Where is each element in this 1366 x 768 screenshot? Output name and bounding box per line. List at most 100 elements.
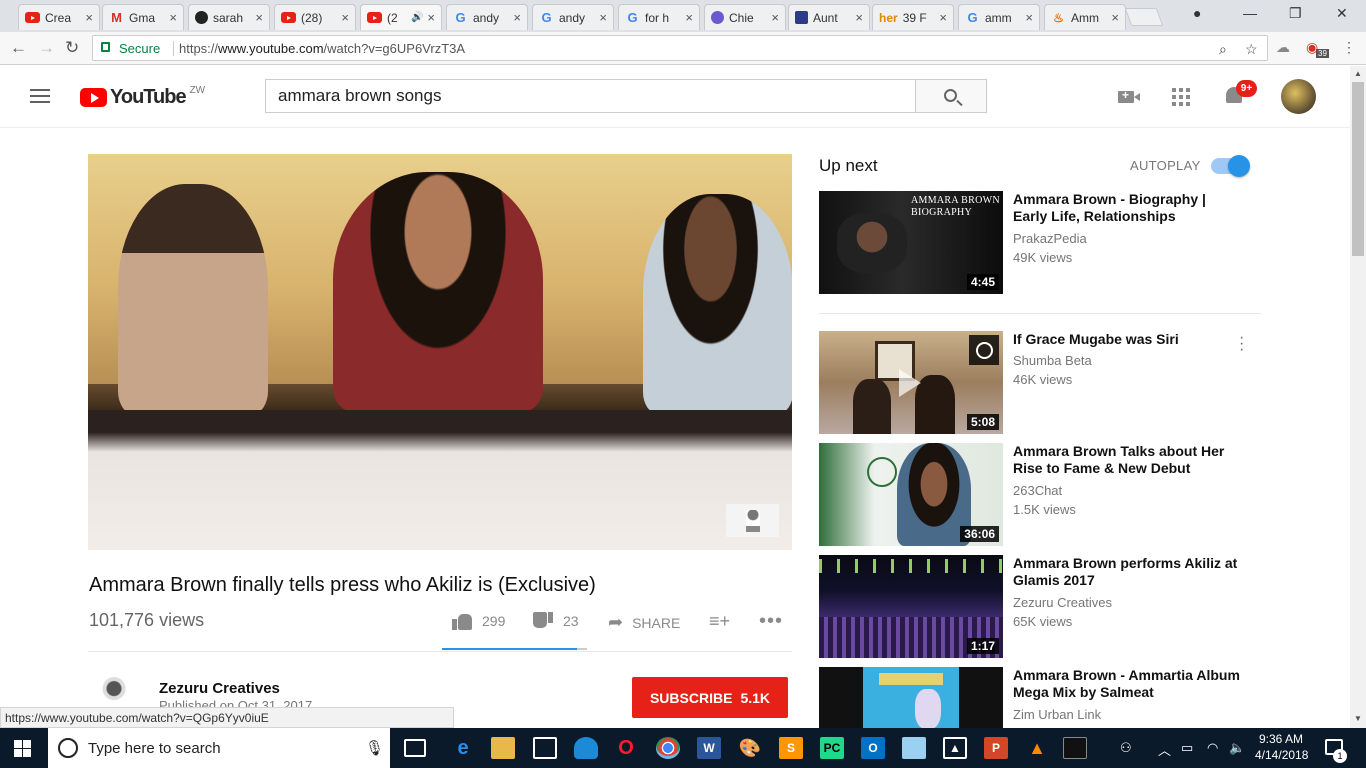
user-avatar[interactable] [1281,79,1316,114]
bookmark-star-icon[interactable]: ☆ [1245,41,1258,58]
video-thumbnail[interactable] [819,667,1003,728]
chrome-icon[interactable] [656,737,680,759]
close-tab-icon[interactable]: × [939,10,947,25]
channel-name[interactable]: Zezuru Creatives [159,680,280,697]
recommended-video[interactable]: 1:17 Ammara Brown performs Akiliz at Gla… [819,555,1259,658]
close-tab-icon[interactable]: × [599,10,607,25]
video-thumbnail[interactable]: 36:06 [819,443,1003,546]
watch-later-clock-icon[interactable] [969,335,999,365]
dislike-button[interactable]: 23 [533,612,579,630]
close-tab-icon[interactable]: × [169,10,177,25]
browser-tab[interactable]: sarah × [188,4,270,30]
chrome-menu-icon[interactable]: ⋮ [1342,39,1356,56]
upload-video-icon[interactable] [1118,88,1140,103]
recommended-video-title[interactable]: Ammara Brown performs Akiliz at Glamis 2… [1013,555,1243,589]
profile-icon[interactable]: ● [1193,5,1201,21]
browser-tab[interactable]: Crea × [18,4,100,30]
edge-browser-icon[interactable]: e [451,737,475,759]
browser-tab[interactable]: (28) × [274,4,356,30]
browser-tab-active[interactable]: (2 🔊 × [360,4,442,30]
address-bar[interactable]: Secure https://www.youtube.com/watch?v=g… [92,35,1268,61]
browser-tab[interactable]: G amm × [958,4,1040,30]
close-tab-icon[interactable]: × [513,10,521,25]
extension-icon[interactable]: ☁ [1276,39,1290,56]
minimize-icon[interactable]: — [1243,5,1257,21]
scroll-up-arrow-icon[interactable]: ▲ [1354,69,1362,78]
browser-tab[interactable]: Aunt × [788,4,870,30]
close-tab-icon[interactable]: × [1111,10,1119,25]
browser-tab[interactable]: her 39 F × [872,4,954,30]
search-input[interactable] [266,80,916,112]
app-shark-icon[interactable] [574,737,598,759]
taskbar-search[interactable]: Type here to search 🎙 [48,728,390,768]
forward-icon[interactable]: → [38,38,55,58]
share-button[interactable]: ➦ SHARE [608,612,680,633]
autoplay-toggle[interactable] [1211,155,1250,177]
powerpoint-icon[interactable]: P [984,737,1008,759]
close-tab-icon[interactable]: × [341,10,349,25]
youtube-logo[interactable]: YouTube ZW [80,85,205,109]
recommended-video-title[interactable]: Ammara Brown Talks about Her Rise to Fam… [1013,443,1243,477]
word-icon[interactable]: W [697,737,721,759]
microphone-icon[interactable]: 🎙 [365,739,384,757]
taskbar-clock[interactable]: 9:36 AM 4/14/2018 [1255,731,1308,763]
like-button[interactable]: 299 [452,612,505,630]
more-actions-icon[interactable]: ••• [759,610,783,633]
apps-grid-icon[interactable] [1172,88,1190,106]
wifi-icon[interactable]: ◠ [1207,740,1218,756]
page-scrollbar[interactable]: ▲ ▼ [1350,66,1366,728]
recommended-video-title[interactable]: Ammara Brown - Biography | Early Life, R… [1013,191,1243,225]
close-tab-icon[interactable]: × [771,10,779,25]
outlook-icon[interactable]: O [861,737,885,759]
mail-icon[interactable] [533,737,557,759]
pycharm-icon[interactable]: PC [820,737,844,759]
terminal-icon[interactable] [1063,737,1087,759]
video-thumbnail[interactable]: 1:17 [819,555,1003,658]
photos-icon[interactable]: ▲ [943,737,967,759]
add-to-playlist-icon[interactable]: ≡+ [709,611,730,632]
scroll-down-arrow-icon[interactable]: ▼ [1354,714,1362,723]
more-options-icon[interactable]: · · · [1239,330,1244,358]
sublime-text-icon[interactable]: S [779,737,803,759]
close-tab-icon[interactable]: × [427,10,435,25]
opera-icon[interactable]: O [614,737,638,759]
close-tab-icon[interactable]: × [1025,10,1033,25]
browser-tab[interactable]: ♨ Amm × [1044,4,1126,30]
channel-watermark[interactable] [726,504,779,537]
reload-icon[interactable]: ↻ [65,38,79,58]
scrollbar-thumb[interactable] [1352,82,1364,256]
video-player[interactable] [88,154,792,550]
task-view-icon[interactable] [404,739,426,757]
video-thumbnail[interactable]: 5:08 [819,331,1003,434]
recommended-video[interactable]: Ammara Brown - Ammartia Album Mega Mix b… [819,667,1259,728]
battery-icon[interactable]: ▭ [1181,740,1193,756]
browser-tab[interactable]: M Gma × [102,4,184,30]
browser-tab[interactable]: Chie × [704,4,786,30]
people-icon[interactable]: ⚇ [1120,740,1132,756]
browser-tab[interactable]: G andy × [446,4,528,30]
recommended-video[interactable]: 5:08 If Grace Mugabe was Siri Shumba Bet… [819,330,1259,434]
close-tab-icon[interactable]: × [255,10,263,25]
url-text[interactable]: https://www.youtube.com/watch?v=g6UP6Vrz… [179,41,465,56]
vlc-icon[interactable]: ▲ [1025,737,1049,759]
back-icon[interactable]: ← [10,38,27,58]
search-button[interactable] [915,79,987,113]
maximize-icon[interactable]: ❐ [1289,5,1302,22]
close-tab-icon[interactable]: × [855,10,863,25]
show-hidden-icons-icon[interactable]: ︿ [1158,740,1171,759]
recommended-video-title[interactable]: If Grace Mugabe was Siri [1013,331,1243,348]
file-explorer-icon[interactable] [491,737,515,759]
close-tab-icon[interactable]: × [685,10,693,25]
new-tab-button[interactable] [1124,8,1164,26]
audio-playing-icon[interactable]: 🔊 [411,12,423,23]
paint-icon[interactable]: 🎨 [738,737,762,759]
recommended-video[interactable]: 36:06 Ammara Brown Talks about Her Rise … [819,443,1259,546]
video-thumbnail[interactable]: AMMARA BROWN BIOGRAPHY 4:45 [819,191,1003,294]
notes-icon[interactable] [902,737,926,759]
close-window-icon[interactable]: ✕ [1336,5,1348,22]
close-tab-icon[interactable]: × [85,10,93,25]
windows-start-icon[interactable] [14,740,31,757]
volume-icon[interactable]: 🔈 [1229,740,1245,756]
subscribe-button[interactable]: SUBSCRIBE 5.1K [632,677,788,718]
recommended-video-title[interactable]: Ammara Brown - Ammartia Album Mega Mix b… [1013,667,1243,701]
